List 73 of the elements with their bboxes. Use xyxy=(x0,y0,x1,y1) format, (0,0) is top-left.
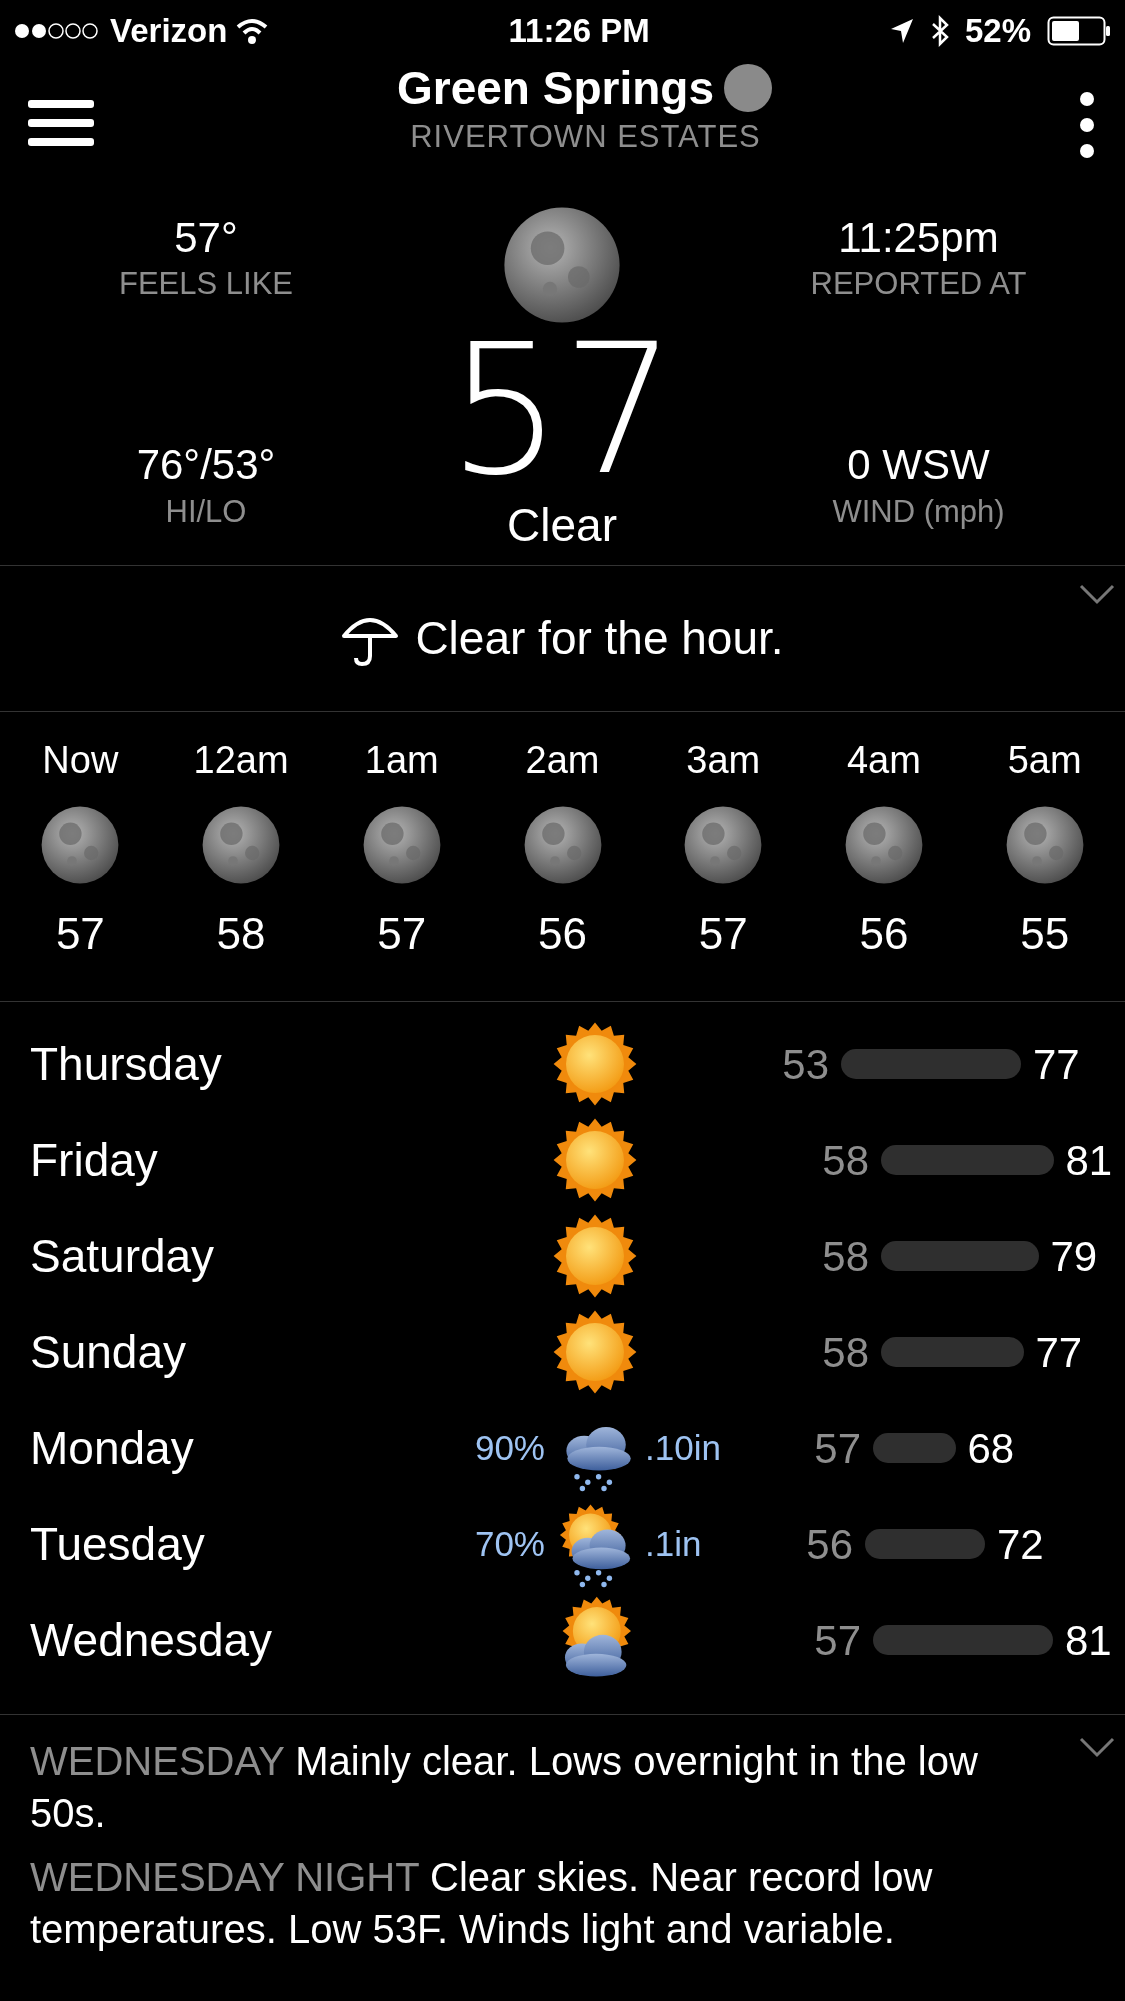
low-temperature: 53 xyxy=(781,1039,829,1090)
menu-icon[interactable] xyxy=(28,98,94,148)
hour-label: 4am xyxy=(847,738,921,783)
hour-temperature: 57 xyxy=(377,908,427,960)
moon-icon xyxy=(683,805,764,885)
day-name: Monday xyxy=(30,1420,195,1476)
chevron-down-icon[interactable] xyxy=(1077,1735,1117,1759)
moon-icon xyxy=(522,805,603,885)
precip-amount: .1in xyxy=(645,1523,702,1563)
low-temperature: 57 xyxy=(813,1615,861,1666)
hour-temperature: 58 xyxy=(216,908,266,960)
status-time: 11:26 PM xyxy=(507,11,651,52)
hour-label: 12am xyxy=(193,738,289,783)
location-title: Green Springs xyxy=(397,62,714,114)
location-subtitle: RIVERTOWN ESTATES xyxy=(410,118,761,156)
high-temperature: 79 xyxy=(1050,1231,1098,1282)
high-temperature: 68 xyxy=(967,1423,1015,1474)
hour-label: 2am xyxy=(525,738,600,783)
reported-time: 11:25pm xyxy=(838,215,999,262)
wind-value: 0 WSW xyxy=(847,442,990,489)
moon-icon xyxy=(1004,805,1085,885)
day-name: Friday xyxy=(30,1132,159,1188)
hi-lo-label: HI/LO xyxy=(165,492,247,531)
high-temperature: 77 xyxy=(1033,1039,1080,1090)
day-name: Saturday xyxy=(30,1228,216,1284)
hour-label: Now xyxy=(42,738,119,783)
hour-summary: Clear for the hour. xyxy=(415,611,784,666)
moon-icon xyxy=(722,62,774,114)
current-temperature: 57 xyxy=(447,329,677,491)
hour-label: 3am xyxy=(686,738,761,783)
day-name: Thursday xyxy=(30,1036,223,1092)
high-temperature: 81 xyxy=(1065,1135,1113,1186)
moon-icon xyxy=(502,205,622,325)
hi-lo-value: 76°/53° xyxy=(136,442,276,489)
low-temperature: 57 xyxy=(813,1423,861,1474)
day-name: Sunday xyxy=(30,1324,187,1380)
precip-chance: 90% xyxy=(474,1427,545,1467)
chevron-down-icon[interactable] xyxy=(1077,582,1117,606)
day-name: Tuesday xyxy=(30,1516,206,1572)
feels-like-label: FEELS LIKE xyxy=(119,265,293,304)
hour-temperature: 55 xyxy=(1020,908,1070,960)
high-temperature: 72 xyxy=(997,1519,1044,1570)
more-options-icon[interactable] xyxy=(1077,90,1097,160)
feels-like-value: 57° xyxy=(174,215,238,262)
reported-label: REPORTED AT xyxy=(810,265,1027,304)
low-temperature: 58 xyxy=(821,1327,869,1378)
low-temperature: 56 xyxy=(805,1519,853,1570)
hour-temperature: 57 xyxy=(55,908,105,960)
hour-label: 5am xyxy=(1007,738,1082,783)
wind-label: WIND (mph) xyxy=(832,492,1005,531)
low-temperature: 58 xyxy=(821,1231,869,1282)
moon-icon xyxy=(361,805,442,885)
day-name: Wednesday xyxy=(30,1612,274,1668)
battery-icon xyxy=(1047,16,1111,46)
condition-text: Clear xyxy=(507,498,617,553)
moon-icon xyxy=(201,805,282,885)
low-temperature: 58 xyxy=(821,1135,869,1186)
precip-amount: .10in xyxy=(645,1427,721,1467)
hour-temperature: 57 xyxy=(698,908,748,960)
high-temperature: 77 xyxy=(1035,1327,1083,1378)
hour-temperature: 56 xyxy=(538,908,587,960)
bluetooth-icon xyxy=(930,15,949,47)
hour-label: 1am xyxy=(364,738,439,783)
moon-icon xyxy=(843,805,924,885)
moon-icon xyxy=(40,805,121,885)
forecast-text: WEDNESDAY NIGHT Clear skies. Near record low temperatures. Low 53F. Winds light and variable. xyxy=(30,1854,934,1953)
high-temperature: 81 xyxy=(1065,1615,1112,1666)
wifi-icon xyxy=(235,17,270,45)
carrier-name: Verizon xyxy=(110,11,228,52)
forecast-text: WEDNESDAY Mainly clear. Lows overnight in the low 50s. xyxy=(30,1738,979,1837)
hour-temperature: 56 xyxy=(859,908,909,960)
battery-percent: 52% xyxy=(964,11,1031,52)
precip-chance: 70% xyxy=(474,1523,545,1563)
